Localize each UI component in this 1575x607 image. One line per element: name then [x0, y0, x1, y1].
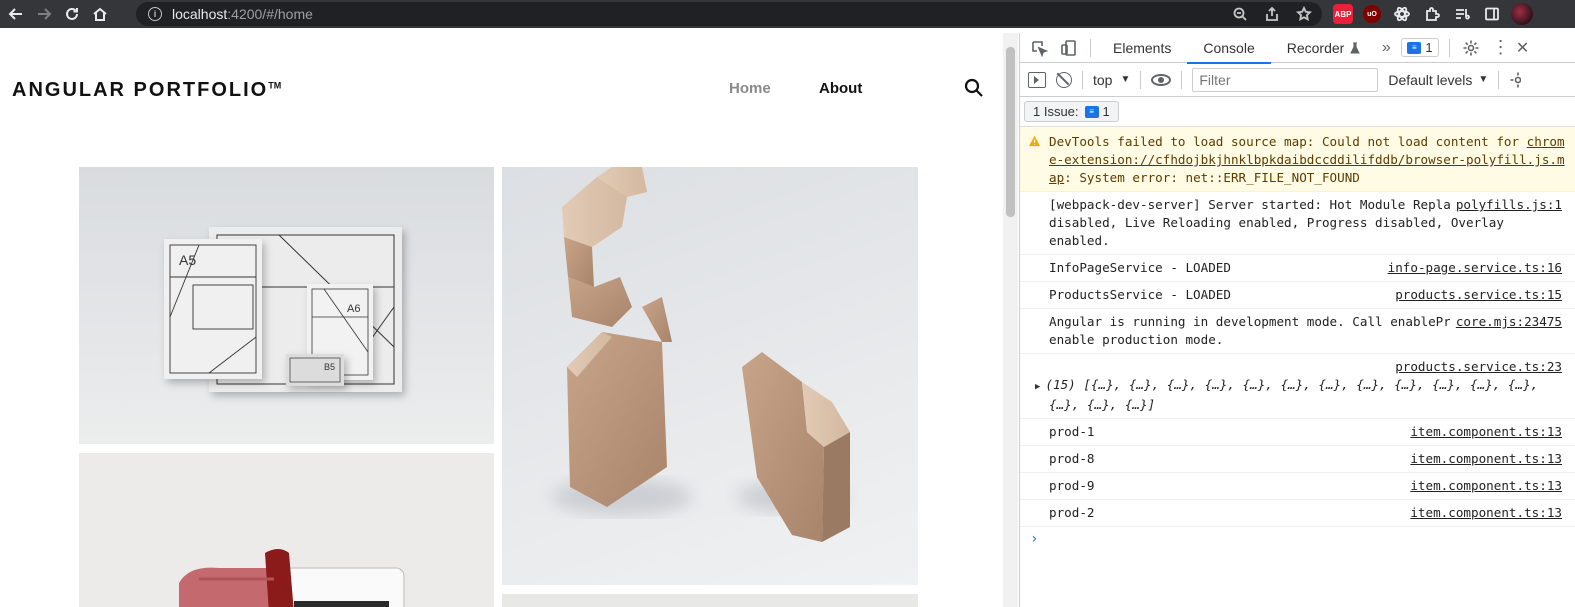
source-link[interactable]: item.component.ts:13: [1404, 477, 1562, 495]
source-link[interactable]: core.mjs:23475: [1449, 313, 1562, 331]
home-icon[interactable]: [86, 0, 114, 28]
divider: [1181, 70, 1183, 89]
flask-icon: [1350, 42, 1361, 53]
divider: [1090, 38, 1091, 57]
portfolio-item-stationery[interactable]: A5 A6 B5: [79, 167, 494, 444]
expand-arrow-icon[interactable]: ▶: [1035, 378, 1040, 396]
forward-icon[interactable]: [30, 0, 58, 28]
message-icon: ≡: [1407, 41, 1422, 54]
nav-about-link[interactable]: About: [819, 80, 862, 97]
page-scrollbar[interactable]: [1003, 33, 1018, 607]
tab-recorder[interactable]: Recorder: [1271, 33, 1368, 63]
console-message: products.service.ts:15 ProductsService - …: [1020, 282, 1575, 309]
url-text: localhost:4200/#/home: [172, 6, 313, 22]
nav-home-link[interactable]: Home: [729, 80, 771, 97]
console-settings-gear-icon[interactable]: [1509, 71, 1522, 89]
live-expression-eye-icon[interactable]: [1151, 73, 1172, 86]
browser-toolbar: i localhost:4200/#/home ABP uO: [0, 0, 1575, 28]
console-warning: DevTools failed to load source map: Coul…: [1020, 127, 1575, 192]
reload-icon[interactable]: [58, 0, 86, 28]
search-icon[interactable]: [964, 78, 984, 98]
console-filter-input[interactable]: [1192, 67, 1379, 92]
portfolio-item-tablet-case[interactable]: [79, 453, 494, 607]
settings-gear-icon[interactable]: [1456, 33, 1486, 63]
address-bar[interactable]: i localhost:4200/#/home: [136, 2, 1322, 26]
source-link[interactable]: item.component.ts:13: [1404, 423, 1562, 441]
sidebar-toggle-icon[interactable]: [1028, 71, 1046, 88]
source-link[interactable]: item.component.ts:13: [1404, 450, 1562, 468]
dropdown-arrow-icon: ▼: [1120, 74, 1131, 85]
reading-list-icon[interactable]: [1451, 3, 1473, 25]
more-tabs-icon[interactable]: »: [1371, 33, 1401, 63]
close-devtools-icon[interactable]: ✕: [1516, 33, 1530, 63]
context-selector[interactable]: top ▼: [1093, 72, 1130, 88]
clear-console-icon[interactable]: [1056, 71, 1072, 88]
device-toolbar-icon[interactable]: [1054, 33, 1084, 63]
side-panel-icon[interactable]: [1481, 3, 1503, 25]
message-icon: ≡: [1084, 105, 1099, 118]
stationery-label-a5: A5: [179, 252, 196, 268]
console-message: polyfills.js:1 [webpack-dev-server] Serve…: [1020, 192, 1575, 255]
console-message: info-page.service.ts:16 InfoPageService -…: [1020, 255, 1575, 282]
react-devtools-icon[interactable]: [1391, 3, 1413, 25]
source-link[interactable]: info-page.service.ts:16: [1381, 259, 1562, 277]
tab-elements[interactable]: Elements: [1097, 33, 1187, 63]
issues-badge[interactable]: ≡ 1: [1401, 38, 1439, 57]
divider: [1448, 38, 1450, 57]
console-log: DevTools failed to load source map: Coul…: [1020, 127, 1575, 551]
inspect-element-icon[interactable]: [1024, 33, 1054, 63]
console-message: core.mjs:23475 Angular is running in deve…: [1020, 309, 1575, 354]
console-message: item.component.ts:13 prod-9: [1020, 473, 1575, 500]
bookmark-star-icon[interactable]: [1296, 6, 1312, 22]
issues-button[interactable]: 1 Issue: ≡ 1: [1024, 101, 1119, 122]
divider: [1082, 70, 1083, 89]
source-link[interactable]: polyfills.js:1: [1449, 196, 1562, 214]
console-toolbar: top▼ Default levels▼: [1020, 63, 1575, 97]
stationery-mockup-image: A5 A6 B5: [164, 227, 402, 392]
wooden-blocks-image: [552, 167, 850, 542]
stationery-label-b5: B5: [324, 362, 335, 372]
stationery-label-a6: A6: [347, 303, 360, 315]
log-levels-dropdown[interactable]: Default levels ▼: [1388, 72, 1488, 88]
devtools-tab-bar: Elements Console Recorder » ≡ 1 ⋮ ✕: [1020, 33, 1575, 64]
divider: [1498, 70, 1500, 89]
source-link[interactable]: products.service.ts:15: [1389, 286, 1562, 304]
portfolio-item-wooden-blocks[interactable]: [502, 167, 918, 585]
ublock-origin-icon[interactable]: uO: [1363, 5, 1381, 23]
devtools-panel: Elements Console Recorder » ≡ 1 ⋮ ✕ top ▼ …: [1019, 33, 1575, 607]
tab-console[interactable]: Console: [1187, 33, 1272, 64]
more-options-icon[interactable]: ⋮: [1486, 33, 1516, 63]
profile-avatar[interactable]: [1511, 3, 1533, 25]
warning-icon: [1028, 135, 1041, 147]
tablet-case-image: [179, 549, 405, 607]
issues-row: 1 Issue: ≡ 1: [1020, 97, 1575, 127]
site-info-icon[interactable]: i: [148, 7, 162, 21]
share-icon[interactable]: [1264, 6, 1280, 22]
web-page: ANGULAR PORTFOLIOTM Home About A5 A6 B5: [0, 33, 1003, 607]
console-message: item.component.ts:13 prod-8: [1020, 446, 1575, 473]
source-link[interactable]: item.component.ts:13: [1404, 504, 1562, 522]
console-object-message[interactable]: products.service.ts:23 ▶ (15) [{…}, {…}, {…: [1020, 354, 1575, 419]
portfolio-item-next[interactable]: [502, 594, 918, 607]
source-link[interactable]: products.service.ts:23: [1389, 358, 1562, 376]
adblock-plus-icon[interactable]: ABP: [1333, 4, 1353, 24]
page-scrollbar-thumb[interactable]: [1006, 47, 1015, 217]
dropdown-arrow-icon: ▼: [1478, 74, 1489, 85]
extensions-puzzle-icon[interactable]: [1421, 3, 1443, 25]
back-icon[interactable]: [2, 0, 30, 28]
console-message: item.component.ts:13 prod-2: [1020, 500, 1575, 527]
site-brand[interactable]: ANGULAR PORTFOLIOTM: [12, 79, 281, 102]
divider: [1140, 70, 1142, 89]
console-prompt[interactable]: ›: [1020, 527, 1575, 551]
zoom-icon[interactable]: [1232, 6, 1248, 22]
console-message: item.component.ts:13 prod-1: [1020, 419, 1575, 446]
